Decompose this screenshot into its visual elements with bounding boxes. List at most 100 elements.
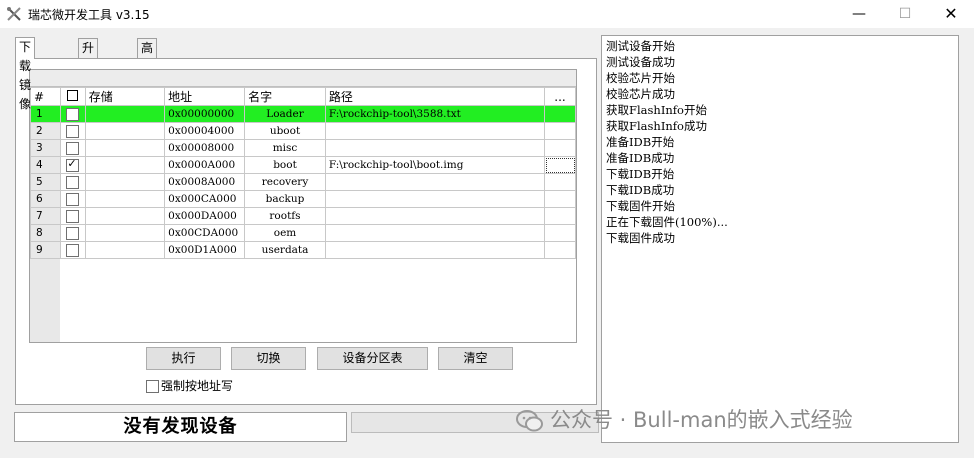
table-row[interactable]: 1 0x00000000 Loader F:\rockchip-tool\358… xyxy=(30,105,576,123)
download-image-panel: # 存储 地址 名字 路径 ... 1 0x00000000 Loader F:… xyxy=(15,58,597,405)
watermark-text: 公众号 · Bull-man的嵌入式经验 xyxy=(550,408,853,432)
row-path[interactable] xyxy=(324,190,546,208)
force-write-checkbox[interactable] xyxy=(146,380,159,393)
table-row[interactable]: 9 0x00D1A000 userdata xyxy=(30,241,576,259)
row-number: 2 xyxy=(30,122,61,140)
run-button[interactable]: 执行 xyxy=(146,347,221,370)
col-header-name: 名字 xyxy=(244,87,326,106)
row-address: 0x0000A000 xyxy=(164,156,246,174)
row-number: 7 xyxy=(30,207,61,225)
row-checkbox-cell[interactable] xyxy=(59,173,86,191)
row-checkbox-cell[interactable] xyxy=(59,224,86,242)
table-row[interactable]: 5 0x0008A000 recovery xyxy=(30,173,576,191)
row-path[interactable] xyxy=(324,241,546,259)
row-browse-cell[interactable] xyxy=(544,122,576,140)
table-row[interactable]: 3 0x00008000 misc xyxy=(30,139,576,157)
row-number: 4 xyxy=(30,156,61,174)
row-checkbox-cell[interactable] xyxy=(59,156,86,174)
row-checkbox-cell[interactable] xyxy=(59,241,86,259)
col-header-check[interactable] xyxy=(59,87,86,106)
log-line: 下载固件开始 xyxy=(606,199,675,213)
log-line: 校验芯片成功 xyxy=(606,87,675,101)
row-path[interactable] xyxy=(324,173,546,191)
partition-table-button[interactable]: 设备分区表 xyxy=(317,347,428,370)
log-line: 下载IDB开始 xyxy=(606,167,675,181)
partition-grid: # 存储 地址 名字 路径 ... 1 0x00000000 Loader F:… xyxy=(29,69,577,343)
table-row[interactable]: 8 0x00CDA000 oem xyxy=(30,224,576,242)
row-checkbox[interactable] xyxy=(66,107,80,121)
row-browse-cell[interactable] xyxy=(544,207,576,225)
log-panel[interactable]: 测试设备开始 测试设备成功 校验芯片开始 校验芯片成功 获取FlashInfo开… xyxy=(601,35,959,443)
grid-row-header-area xyxy=(30,258,60,342)
force-write-label: 强制按地址写 xyxy=(161,379,234,393)
table-header-row: # 存储 地址 名字 路径 ... xyxy=(30,87,576,106)
table-row[interactable]: 7 0x000DA000 rootfs xyxy=(30,207,576,225)
row-browse-cell[interactable] xyxy=(544,241,576,259)
maximize-button[interactable]: ☐ xyxy=(882,0,928,28)
row-name: boot xyxy=(244,156,326,174)
log-line: 测试设备成功 xyxy=(606,55,675,69)
row-name: misc xyxy=(244,139,326,157)
row-browse-cell[interactable] xyxy=(544,139,576,157)
row-storage xyxy=(84,241,166,259)
log-line: 获取FlashInfo成功 xyxy=(606,119,707,133)
window-title: 瑞芯微开发工具 v3.15 xyxy=(28,8,150,22)
row-number: 5 xyxy=(30,173,61,191)
col-header-number: # xyxy=(30,87,61,106)
row-browse-cell[interactable] xyxy=(544,190,576,208)
row-browse-cell[interactable] xyxy=(544,224,576,242)
row-path[interactable] xyxy=(324,139,546,157)
row-path[interactable] xyxy=(324,122,546,140)
row-browse-cell[interactable] xyxy=(544,105,576,123)
row-checkbox-cell[interactable] xyxy=(59,190,86,208)
row-browse-cell[interactable] xyxy=(544,173,576,191)
row-checkbox[interactable] xyxy=(66,192,80,206)
row-checkbox[interactable] xyxy=(66,209,80,223)
row-checkbox-cell[interactable] xyxy=(59,139,86,157)
close-button[interactable]: ✕ xyxy=(928,0,974,28)
row-checkbox-cell[interactable] xyxy=(59,105,86,123)
row-checkbox[interactable] xyxy=(66,226,80,240)
log-line: 下载IDB成功 xyxy=(606,183,675,197)
minimize-button[interactable]: — xyxy=(836,0,882,28)
row-address: 0x00000000 xyxy=(164,105,246,123)
row-storage xyxy=(84,190,166,208)
grid-top-band xyxy=(30,70,576,87)
row-path[interactable]: F:\rockchip-tool\3588.txt xyxy=(324,105,546,123)
device-status-box: 没有发现设备 xyxy=(14,412,347,442)
clear-button[interactable]: 清空 xyxy=(438,347,513,370)
force-write-option[interactable]: 强制按地址写 xyxy=(146,377,233,394)
row-checkbox[interactable] xyxy=(66,175,80,189)
row-checkbox[interactable] xyxy=(66,243,80,257)
row-name: uboot xyxy=(244,122,326,140)
row-number: 9 xyxy=(30,241,61,259)
log-line: 正在下载固件(100%)... xyxy=(606,215,728,229)
row-checkbox[interactable] xyxy=(66,124,80,138)
row-name: oem xyxy=(244,224,326,242)
row-storage xyxy=(84,122,166,140)
row-checkbox-cell[interactable] xyxy=(59,207,86,225)
row-storage xyxy=(84,156,166,174)
col-header-storage: 存储 xyxy=(84,87,166,106)
tab-download-image[interactable]: 下载镜像 xyxy=(15,37,36,111)
table-row[interactable]: 2 0x00004000 uboot xyxy=(30,122,576,140)
row-path[interactable]: F:\rockchip-tool\boot.img xyxy=(324,156,546,174)
row-browse-cell[interactable] xyxy=(544,156,576,174)
table-row[interactable]: 6 0x000CA000 backup xyxy=(30,190,576,208)
table-row[interactable]: 4 0x0000A000 boot F:\rockchip-tool\boot.… xyxy=(30,156,576,174)
tab-advanced[interactable]: 高级功能 xyxy=(137,38,158,112)
row-checkbox[interactable] xyxy=(66,141,80,155)
row-checkbox-cell[interactable] xyxy=(59,122,86,140)
switch-button[interactable]: 切换 xyxy=(231,347,306,370)
row-path[interactable] xyxy=(324,224,546,242)
row-path[interactable] xyxy=(324,207,546,225)
col-header-path: 路径 xyxy=(324,87,546,106)
row-name: rootfs xyxy=(244,207,326,225)
row-checkbox-checked[interactable] xyxy=(66,158,80,172)
row-address: 0x0008A000 xyxy=(164,173,246,191)
row-storage xyxy=(84,173,166,191)
row-name: recovery xyxy=(244,173,326,191)
row-storage xyxy=(84,105,166,123)
log-line: 校验芯片开始 xyxy=(606,71,675,85)
tab-upgrade-firmware[interactable]: 升级固件 xyxy=(78,38,99,112)
